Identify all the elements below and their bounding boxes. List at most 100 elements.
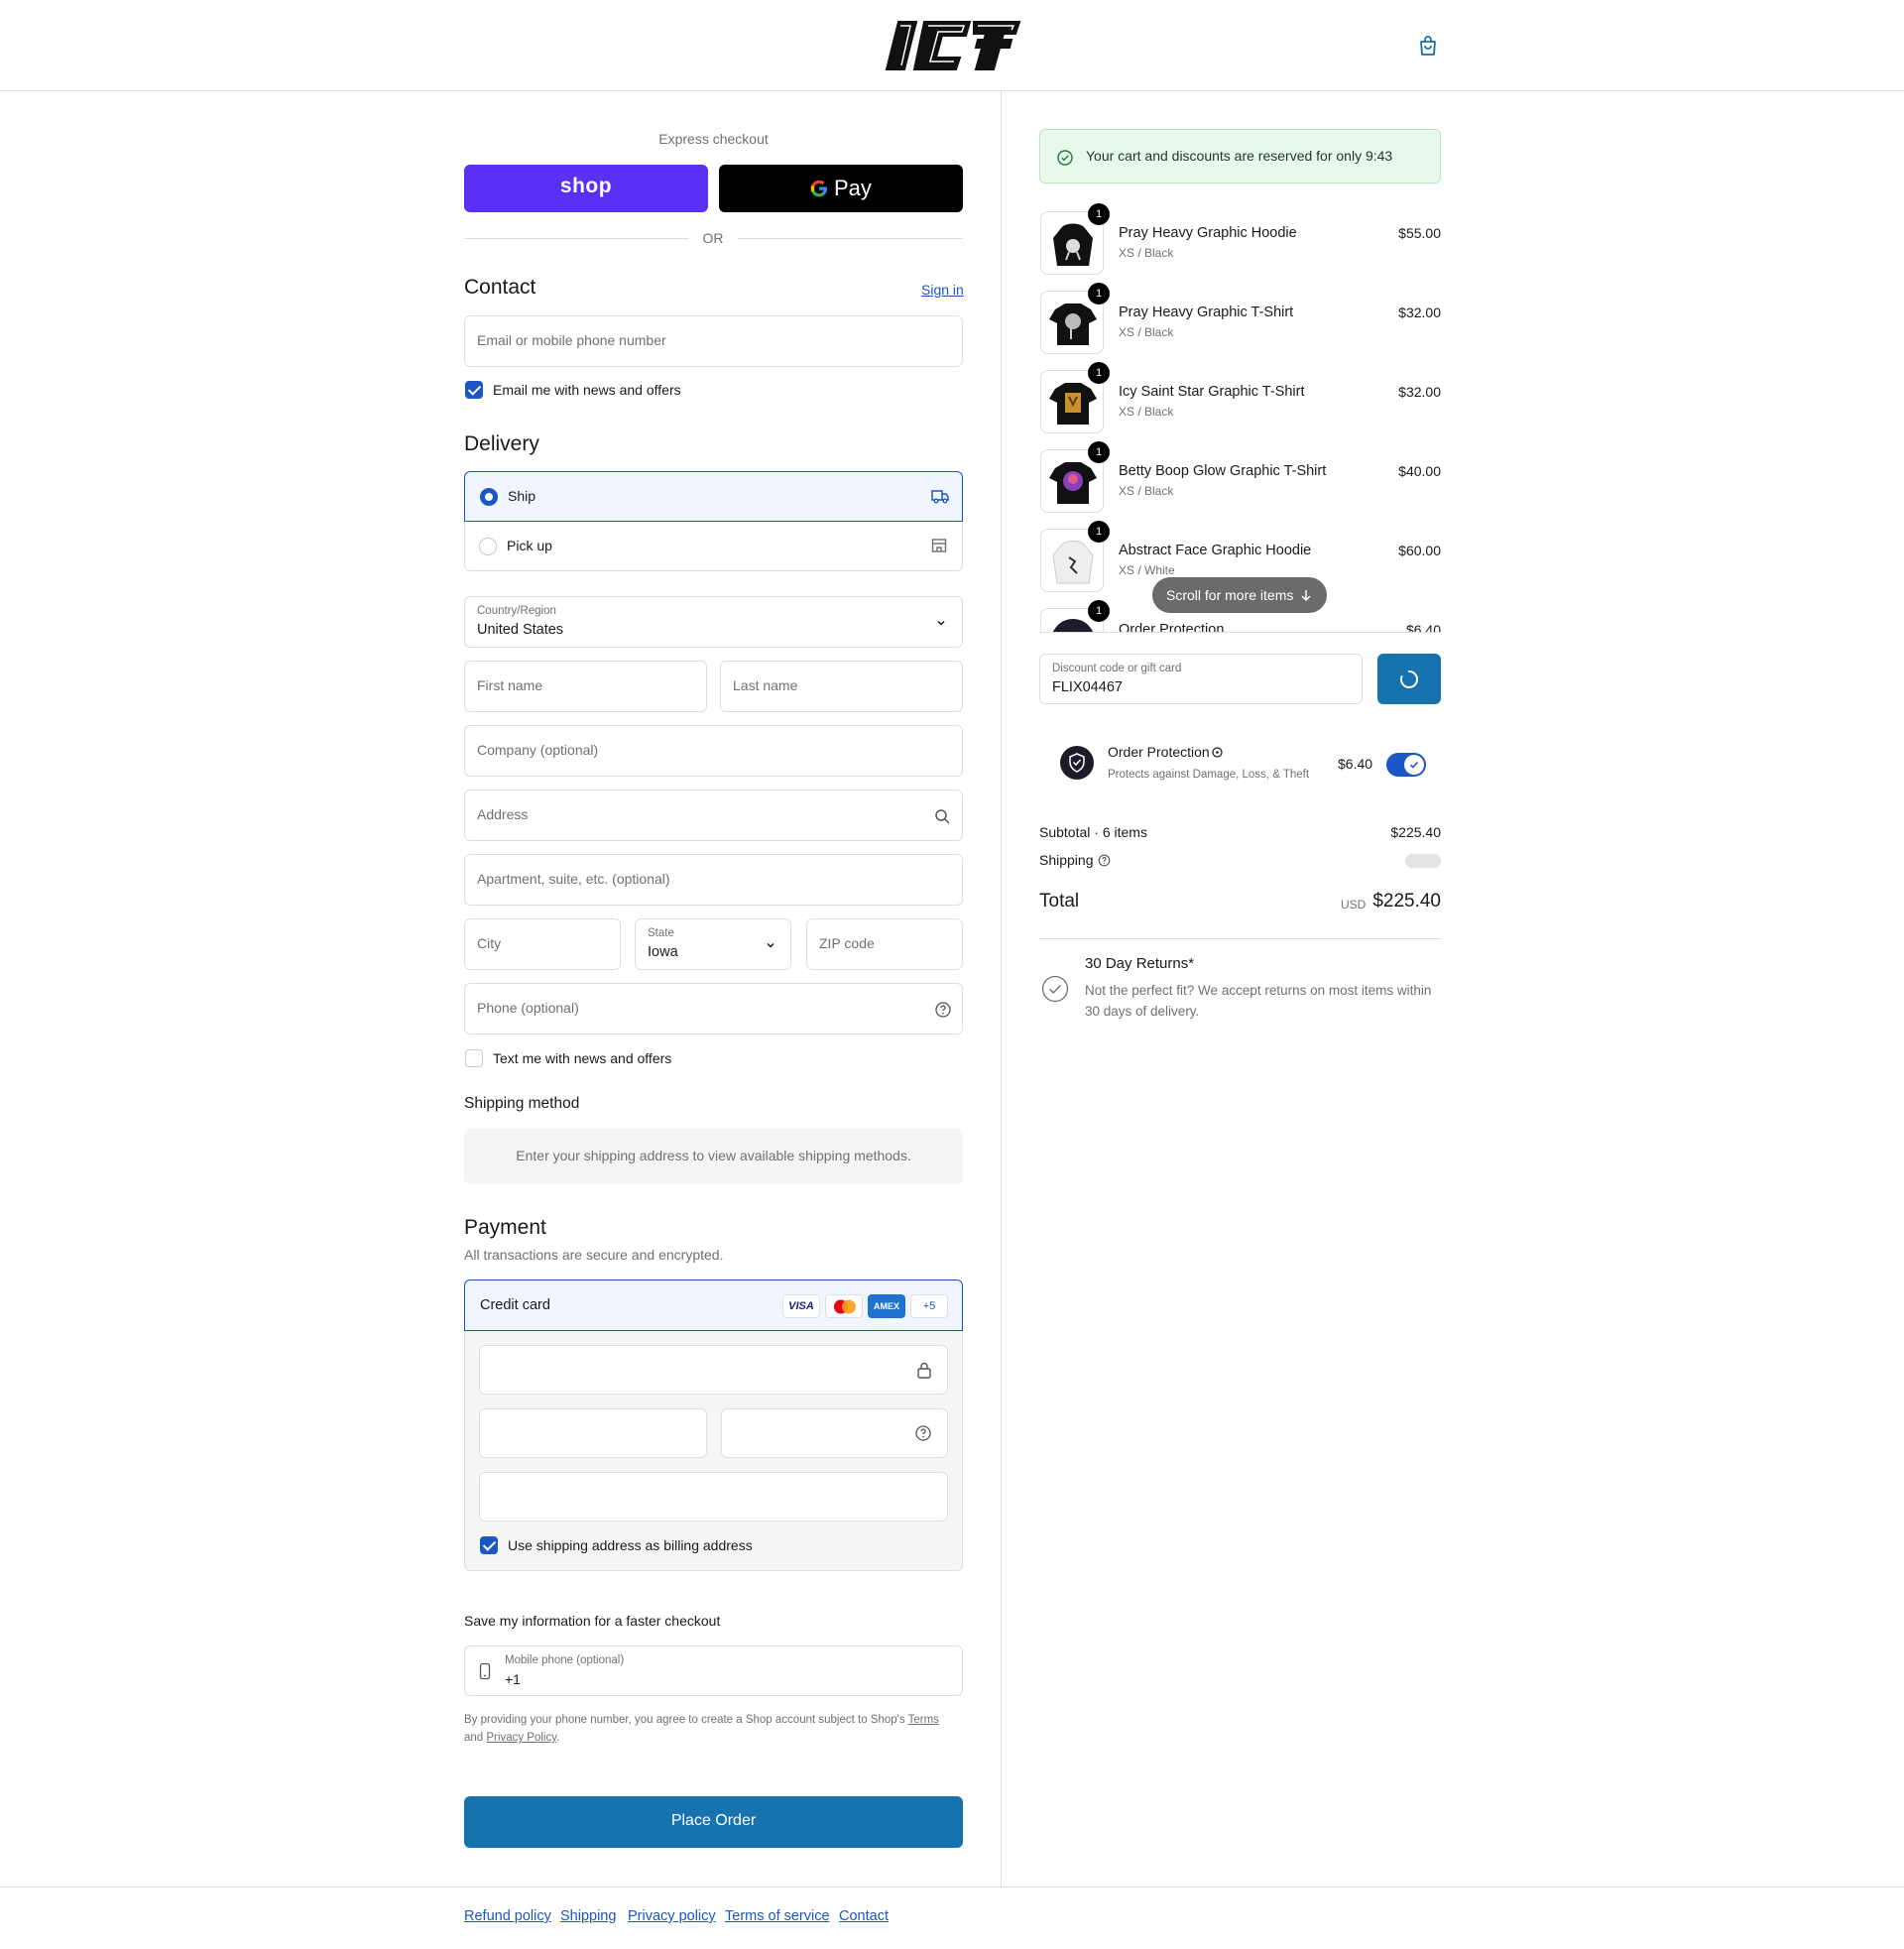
shopping-bag-icon[interactable] xyxy=(1416,34,1440,58)
text-offers-checkbox[interactable] xyxy=(465,1049,483,1067)
zip-placeholder: ZIP code xyxy=(819,935,875,951)
help-circle-icon[interactable] xyxy=(934,1001,952,1019)
order-protection-toggle[interactable] xyxy=(1386,753,1426,777)
state-value: Iowa xyxy=(648,944,678,960)
delivery-title: Delivery xyxy=(464,432,539,455)
terms-and: and xyxy=(464,1732,484,1744)
info-icon[interactable] xyxy=(1212,747,1223,758)
city-field[interactable]: City xyxy=(464,918,621,970)
place-order-label: Place Order xyxy=(670,1812,757,1829)
quantity-badge: 1 xyxy=(1088,283,1110,305)
google-g-icon xyxy=(810,180,827,197)
zip-field[interactable]: ZIP code xyxy=(806,918,963,970)
phone-placeholder: Phone (optional) xyxy=(477,1000,579,1016)
item-name: Pray Heavy Graphic T-Shirt xyxy=(1119,305,1294,320)
security-code-field[interactable] xyxy=(721,1408,948,1458)
apartment-placeholder: Apartment, suite, etc. (optional) xyxy=(477,871,670,887)
item-price: $60.00 xyxy=(1398,543,1441,558)
discount-code-field[interactable]: Discount code or gift card FLIX04467 xyxy=(1039,654,1363,704)
shop-pay-button[interactable]: shop xyxy=(464,165,708,212)
country-value: United States xyxy=(477,622,564,638)
visa-icon: VISA xyxy=(782,1294,820,1318)
contact-title: Contact xyxy=(464,276,536,299)
footer-link-privacy[interactable]: Privacy policy xyxy=(628,1908,716,1924)
footer-link-contact[interactable]: Contact xyxy=(839,1908,889,1924)
mastercard-icon xyxy=(825,1294,863,1318)
mobile-phone-label: Mobile phone (optional) xyxy=(505,1654,625,1666)
pickup-label: Pick up xyxy=(507,538,552,553)
email-news-label: Email me with news and offers xyxy=(493,382,681,398)
mobile-phone-value: +1 xyxy=(505,1671,521,1687)
item-name: Betty Boop Glow Graphic T-Shirt xyxy=(1119,463,1327,479)
icy-logo[interactable] xyxy=(881,18,1023,73)
google-pay-label: Pay xyxy=(834,176,872,200)
delivery-option-pickup[interactable]: Pick up xyxy=(464,522,963,571)
name-on-card-field[interactable] xyxy=(479,1472,948,1522)
cart-items-list[interactable]: 1 Pray Heavy Graphic Hoodie XS / Black $… xyxy=(1039,203,1441,632)
scroll-more-button[interactable]: Scroll for more items xyxy=(1152,577,1327,613)
mobile-phone-field[interactable]: Mobile phone (optional) +1 xyxy=(464,1645,963,1696)
company-field[interactable]: Company (optional) xyxy=(464,725,963,777)
reservation-notice: Your cart and discounts are reserved for… xyxy=(1039,129,1441,183)
chevron-down-icon xyxy=(937,620,945,626)
returns-desc-2: 30 days of delivery. xyxy=(1085,1004,1200,1019)
item-price: $6.40 xyxy=(1405,622,1441,632)
card-number-field[interactable] xyxy=(479,1345,948,1395)
scroll-more-label: Scroll for more items xyxy=(1166,587,1294,603)
quantity-badge: 1 xyxy=(1088,521,1110,543)
state-select[interactable]: State Iowa xyxy=(635,918,791,970)
terms-link[interactable]: Terms xyxy=(908,1714,939,1726)
last-name-field[interactable]: Last name xyxy=(720,661,963,712)
country-label: Country/Region xyxy=(477,605,556,617)
shipping-method-message: Enter your shipping address to view avai… xyxy=(516,1148,911,1163)
express-checkout-title: Express checkout xyxy=(658,131,769,147)
shop-terms-text: By providing your phone number, you agre… xyxy=(464,1711,963,1747)
check-circle-icon xyxy=(1041,975,1069,1003)
sign-in-link[interactable]: Sign in xyxy=(921,282,964,298)
billing-address-checkbox[interactable] xyxy=(480,1536,498,1554)
phone-field[interactable]: Phone (optional) xyxy=(464,983,963,1035)
pickup-radio[interactable] xyxy=(479,538,497,555)
email-news-checkbox[interactable] xyxy=(465,381,483,399)
delivery-option-ship[interactable]: Ship xyxy=(464,471,963,522)
footer-link-shipping[interactable]: Shipping xyxy=(560,1908,616,1924)
total-value: $225.40 xyxy=(1372,891,1441,912)
quantity-badge: 1 xyxy=(1088,362,1110,384)
apartment-field[interactable]: Apartment, suite, etc. (optional) xyxy=(464,854,963,906)
privacy-link[interactable]: Privacy Policy xyxy=(486,1732,556,1744)
apply-discount-button[interactable] xyxy=(1377,654,1441,704)
city-placeholder: City xyxy=(477,935,502,951)
item-name: Order Protection xyxy=(1119,622,1225,632)
credit-card-label: Credit card xyxy=(480,1297,550,1313)
first-name-field[interactable]: First name xyxy=(464,661,707,712)
address-field[interactable]: Address xyxy=(464,790,963,841)
header xyxy=(0,0,1904,91)
or-divider: OR xyxy=(702,230,724,246)
place-order-button[interactable]: Place Order xyxy=(464,1796,963,1848)
lock-icon xyxy=(917,1362,931,1379)
footer-link-terms[interactable]: Terms of service xyxy=(725,1908,830,1924)
expiry-field[interactable] xyxy=(479,1408,707,1458)
returns-desc-1: Not the perfect fit? We accept returns o… xyxy=(1085,983,1432,998)
loading-spinner-icon xyxy=(1400,670,1418,688)
shipping-label: Shipping xyxy=(1039,852,1094,868)
amex-icon: AMEX xyxy=(868,1294,905,1318)
help-circle-icon[interactable] xyxy=(1098,854,1111,867)
google-pay-button[interactable]: Pay xyxy=(719,165,963,212)
payment-subtitle: All transactions are secure and encrypte… xyxy=(464,1247,724,1263)
company-placeholder: Company (optional) xyxy=(477,742,599,758)
item-name: Pray Heavy Graphic Hoodie xyxy=(1119,225,1297,241)
country-select[interactable]: Country/Region United States xyxy=(464,596,963,648)
item-price: $32.00 xyxy=(1398,305,1441,320)
chevron-down-icon xyxy=(767,942,774,948)
email-field[interactable]: Email or mobile phone number xyxy=(464,315,963,367)
store-icon xyxy=(931,539,947,552)
quantity-badge: 1 xyxy=(1088,203,1110,225)
item-price: $32.00 xyxy=(1398,384,1441,400)
footer-link-refund[interactable]: Refund policy xyxy=(464,1908,551,1924)
item-price: $40.00 xyxy=(1398,463,1441,479)
returns-title: 30 Day Returns* xyxy=(1085,955,1195,972)
ship-radio[interactable] xyxy=(480,488,498,506)
help-circle-icon[interactable] xyxy=(914,1424,932,1442)
shield-icon xyxy=(1060,746,1094,780)
